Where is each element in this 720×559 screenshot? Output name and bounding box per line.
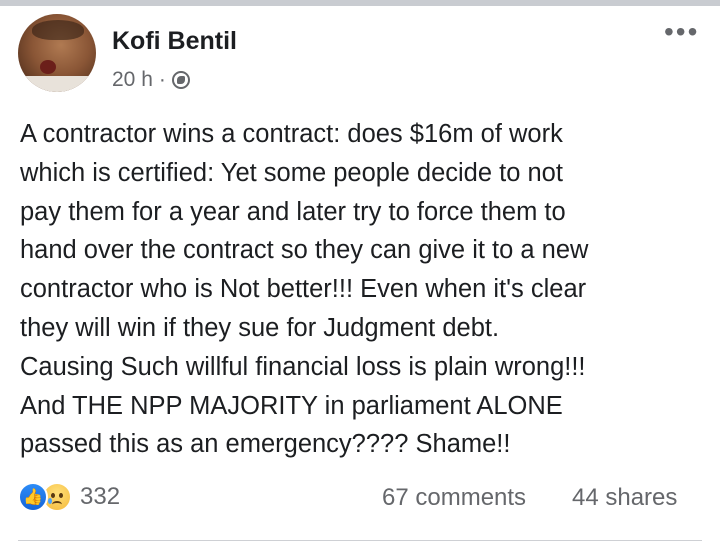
author-avatar[interactable]: [18, 14, 96, 92]
avatar-mouth: [40, 60, 56, 74]
post-time[interactable]: 20 h: [112, 68, 153, 92]
author-name[interactable]: Kofi Bentil: [112, 27, 237, 56]
post-meta: 20 h ·: [112, 68, 190, 92]
more-options-icon[interactable]: •••: [664, 18, 699, 46]
post-body-line: they will win if they sue for Judgment d…: [20, 313, 500, 342]
post-body-line: A contractor wins a contract: does $16m …: [20, 120, 563, 148]
post-body-line: which is certified: Yet some people deci…: [20, 158, 563, 187]
avatar-shirt: [18, 76, 96, 92]
reaction-count: 332: [80, 483, 121, 510]
avatar-hair: [32, 20, 84, 40]
post-body-line: And THE NPP MAJORITY in parliament ALONE: [20, 391, 563, 420]
comments-count-link[interactable]: 67 comments: [382, 484, 526, 512]
reactions-summary[interactable]: 👍 332: [18, 482, 120, 512]
post-body-line: Causing Such willful financial loss is p…: [20, 352, 586, 381]
meta-separator: ·: [158, 68, 166, 91]
post-body-line: pay them for a year and later try to for…: [20, 197, 566, 226]
like-icon: 👍: [18, 482, 48, 512]
post-body-line: contractor who is Not better!!! Even whe…: [20, 275, 587, 304]
post-stats: 👍 332 67 comments 44 shares: [18, 482, 708, 516]
post-body: A contractor wins a contract: does $16m …: [20, 115, 710, 464]
post-body-line: hand over the contract so they can give …: [20, 236, 589, 265]
shares-count-link[interactable]: 44 shares: [572, 484, 677, 512]
post-body-line: passed this as an emergency???? Shame!!: [20, 430, 511, 459]
divider: [18, 540, 702, 541]
globe-icon[interactable]: [171, 71, 190, 89]
